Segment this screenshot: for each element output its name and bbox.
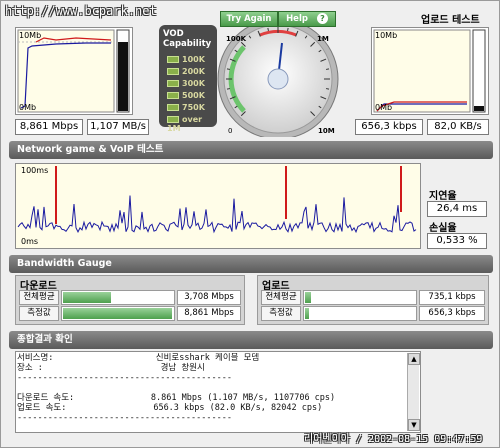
vod-item: 100K (167, 55, 205, 64)
summary-line: ----------------------------------------… (17, 413, 232, 423)
summary-line: 장소 : 경남 창원시 (17, 363, 205, 373)
help-button[interactable]: Help ? (278, 11, 336, 27)
question-icon: ? (316, 13, 328, 24)
led-icon (167, 56, 179, 63)
led-icon (167, 104, 179, 111)
led-icon (167, 92, 179, 99)
upload-cur-value: 656,3 kbps (419, 306, 485, 321)
summary-line (17, 383, 407, 393)
download-graph (17, 29, 130, 113)
upload-cur-bar (303, 306, 417, 321)
upload-avg-bar (303, 290, 417, 305)
download-graph-top-label: 10Mb (19, 31, 42, 40)
download-cur-bar (61, 306, 175, 321)
led-icon (167, 68, 179, 75)
vod-item: 200K (167, 67, 205, 76)
latency-label: 지연율 (429, 191, 457, 202)
vod-capability-panel: VOD Capability 100K 200K 300K 500K 750K … (159, 25, 217, 133)
latency-value: 26,4 ms (427, 201, 487, 217)
download-avg-fill (63, 292, 112, 303)
summary-line: 서비스명: 신비로sshark 케이블 모뎀 (17, 353, 260, 363)
upload-avg-label: 전체평균 (261, 290, 301, 305)
vod-item: 500K (167, 91, 205, 100)
vod-title: VOD Capability (163, 29, 212, 49)
download-avg-label: 전체평균 (19, 290, 59, 305)
download-speed-mbs: 1,107 MB/s (87, 119, 149, 135)
upload-title: 업로드 테스트 (421, 15, 480, 26)
gauge-label-1m: 1M (317, 35, 329, 43)
summary-text: 서비스명: 신비로sshark 케이블 모뎀 장소 : 경남 창원시 -------… (17, 353, 407, 431)
scroll-up-arrow-icon[interactable]: ▲ (408, 353, 420, 365)
download-graph-panel (15, 27, 133, 115)
upload-avg-fill (305, 292, 311, 303)
summary-section-header: 종합결과 확인 (9, 331, 493, 349)
upload-speed-kbs: 82,0 KB/s (427, 119, 489, 135)
upload-cur-label: 측정값 (261, 306, 301, 321)
speed-test-window: http://www.bcpark.net 10Mb 0Mb 8,861 Mbp… (0, 0, 500, 448)
led-icon (167, 80, 179, 87)
download-avg-bar (61, 290, 175, 305)
loss-value: 0,533 % (427, 233, 487, 249)
speed-gauge: Try Again Help ? 0 100K 1M 10M (214, 7, 342, 140)
download-graph-bottom-label: 0Mb (19, 103, 37, 112)
vod-item: 300K (167, 79, 205, 88)
download-cur-value: 8,861 Mbps (177, 306, 241, 321)
upload-cur-fill (305, 308, 310, 319)
summary-scrollbar[interactable]: ▲ ▼ (407, 353, 420, 431)
download-cur-label: 측정값 (19, 306, 59, 321)
download-cur-fill (63, 308, 172, 319)
download-avg-value: 3,708 Mbps (177, 290, 241, 305)
watermark-url: http://www.bcpark.net (5, 4, 157, 18)
gauge-label-0: 0 (228, 127, 233, 135)
upload-graph-panel (371, 27, 489, 115)
upload-graph-top-label: 10Mb (375, 31, 398, 40)
summary-line: ----------------------------------------… (17, 373, 232, 383)
gauge-label-100k: 100K (226, 35, 247, 43)
led-icon (167, 116, 179, 123)
network-latency-graph (16, 164, 420, 248)
summary-line: 업로드 속도: 656.3 kbps (82.0 KB/s, 82042 cps… (17, 403, 323, 413)
try-again-button[interactable]: Try Again (220, 11, 278, 27)
network-graph-bottom-label: 0ms (21, 237, 39, 246)
upload-avg-value: 735,1 kbps (419, 290, 485, 305)
network-graph-top-label: 100ms (21, 166, 49, 175)
network-graph-panel (15, 163, 421, 249)
upload-speed-kbps: 656,3 kbps (355, 119, 423, 135)
vod-item: over 1M (167, 115, 203, 133)
summary-line: 다운로드 속도: 8.861 Mbps (1.107 MB/s, 1107706… (17, 393, 336, 403)
upload-graph (373, 29, 486, 113)
loss-label: 손실율 (429, 223, 457, 234)
vod-item: 750K (167, 103, 205, 112)
watermark-date: 리어벤이아 / 2002-08-15 09:47:59 (304, 434, 483, 445)
upload-graph-bottom-label: 0Mb (375, 103, 393, 112)
download-speed-mbps: 8,861 Mbps (15, 119, 83, 135)
network-section-header: Network game & VoIP 테스트 (9, 141, 493, 159)
gauge-label-10m: 10M (318, 127, 335, 135)
bandwidth-section-header: Bandwidth Gauge (9, 255, 493, 273)
